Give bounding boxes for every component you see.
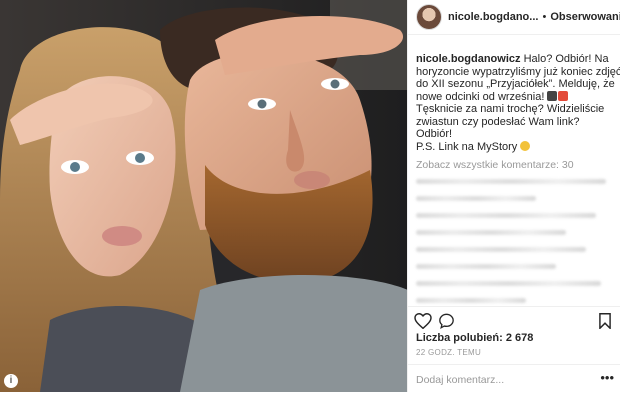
blurred-comment bbox=[416, 281, 601, 286]
likes-count[interactable]: Liczba polubień: 2 678 bbox=[416, 332, 533, 344]
caption-username[interactable]: nicole.bogdanowicz bbox=[416, 53, 521, 65]
bookmark-icon[interactable] bbox=[598, 313, 612, 329]
post-sidebar: nicole.bogdano... • Obserwowanie nicole.… bbox=[407, 0, 620, 392]
blurred-comment bbox=[416, 247, 586, 252]
instagram-post: i nicole.bogdano... • Obserwowanie nicol… bbox=[0, 0, 620, 392]
add-comment-input[interactable]: Dodaj komentarz... bbox=[416, 374, 504, 386]
header-username[interactable]: nicole.bogdano... bbox=[448, 11, 538, 23]
avatar[interactable] bbox=[416, 4, 442, 30]
caption-line-5: Tęsknicie za nami trochę? Widzieliście bbox=[416, 103, 605, 115]
caption-line-4: nowe odcinki od września! bbox=[416, 90, 612, 104]
comment-icon[interactable] bbox=[438, 313, 455, 329]
post-photo[interactable]: i bbox=[0, 0, 407, 392]
heart-icon[interactable] bbox=[414, 313, 432, 329]
comments-list bbox=[408, 171, 620, 303]
caption-text: Halo? Odbiór! Na bbox=[523, 53, 609, 65]
info-badge[interactable]: i bbox=[4, 374, 18, 388]
caption-line-7: Odbiór! bbox=[416, 128, 453, 140]
blurred-comment bbox=[416, 298, 526, 303]
blurred-comment bbox=[416, 213, 596, 218]
photo-illustration bbox=[0, 0, 407, 392]
caption-line-3: do XII sezonu „Przyjaciółek”. Melduję, ż… bbox=[416, 78, 615, 90]
follow-button[interactable]: Obserwowanie bbox=[550, 11, 620, 23]
blurred-comment bbox=[416, 179, 606, 184]
add-comment-bar: Dodaj komentarz... ••• bbox=[408, 364, 620, 393]
view-all-comments-link[interactable]: Zobacz wszystkie komentarze: 30 bbox=[408, 153, 620, 171]
blurred-comment bbox=[416, 264, 556, 269]
caption-text: nowe odcinki od września! bbox=[416, 90, 545, 103]
caption-line-8: P.S. Link na MyStory bbox=[416, 140, 612, 154]
clapperboard-emoji-icon bbox=[547, 90, 558, 101]
caption-line-2: horyzoncie wypatrzyliśmy już koniec zdję… bbox=[416, 65, 620, 78]
wink-kiss-emoji-icon bbox=[520, 140, 531, 151]
action-bar bbox=[408, 306, 620, 333]
post-timestamp: 22 GODZ. TEMU bbox=[416, 348, 482, 357]
more-options-icon[interactable]: ••• bbox=[600, 370, 614, 385]
caption-line-6: zwiastun czy podesłać Wam link? bbox=[416, 115, 580, 128]
popcorn-emoji-icon bbox=[558, 90, 569, 101]
caption-text: P.S. Link na MyStory bbox=[416, 140, 518, 153]
header-separator: • bbox=[542, 11, 547, 23]
post-header: nicole.bogdano... • Obserwowanie bbox=[408, 0, 620, 35]
blurred-comment bbox=[416, 196, 536, 201]
post-caption: nicole.bogdanowicz Halo? Odbiór! Na hory… bbox=[408, 35, 620, 153]
blurred-comment bbox=[416, 230, 566, 235]
caption-line-1: nicole.bogdanowicz Halo? Odbiór! Na bbox=[416, 53, 612, 66]
